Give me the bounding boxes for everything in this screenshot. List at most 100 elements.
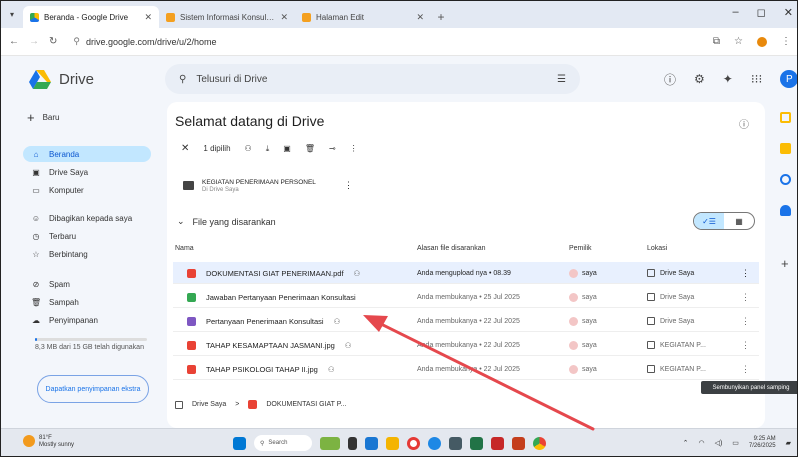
start-windows-icon[interactable] xyxy=(233,436,246,450)
get-storage-button[interactable]: Dapatkan penyimpanan ekstra xyxy=(37,375,149,403)
drive-logo[interactable]: Drive xyxy=(1,69,159,89)
plus-icon: + xyxy=(27,110,35,125)
profile-icon[interactable] xyxy=(757,36,767,47)
file-suggestions-header[interactable]: ⌄ File yang disarankan xyxy=(177,216,276,227)
sidebar-item-terbaru[interactable]: ◷ Terbaru xyxy=(23,228,151,244)
contacts-icon[interactable] xyxy=(780,205,791,216)
location-cell[interactable]: Drive Saya xyxy=(647,286,694,308)
info-icon[interactable]: ⓘ xyxy=(739,116,749,131)
widgets-icon[interactable] xyxy=(320,436,340,450)
excel-icon[interactable] xyxy=(470,436,483,450)
table-row[interactable]: Jawaban Pertanyaan Penerimaan Konsultasi… xyxy=(173,286,759,308)
close-window-icon[interactable]: ✕ xyxy=(784,6,793,19)
settings-gear-icon[interactable]: ⚙ xyxy=(694,72,705,86)
edge-icon[interactable] xyxy=(428,436,441,450)
tab-halaman-edit[interactable]: Halaman Edit ✕ xyxy=(295,6,431,28)
search-bar[interactable]: ⚲ Telusuri di Drive ☰ xyxy=(165,64,580,94)
tab-sistem-informasi[interactable]: Sistem Informasi Konsultasi Pr ✕ xyxy=(159,6,295,28)
opera-icon[interactable] xyxy=(407,436,420,450)
more-actions-icon[interactable]: ⋮ xyxy=(350,144,358,153)
clock[interactable]: 9:25 AM 7/26/2025 xyxy=(749,436,776,450)
table-row[interactable]: Pertanyaan Penerimaan Konsultasi ⚇ Anda me… xyxy=(173,310,759,332)
move-folder-icon[interactable]: ▣ xyxy=(283,144,291,153)
avatar[interactable]: P xyxy=(780,70,797,88)
store-icon[interactable] xyxy=(449,436,462,450)
new-tab-button[interactable]: + xyxy=(431,6,451,28)
new-button[interactable]: + Baru xyxy=(27,110,60,125)
search-icon[interactable]: ⚲ xyxy=(179,74,186,85)
address-bar[interactable]: ⚲ drive.google.com/drive/u/2/home xyxy=(67,32,703,52)
clear-selection-icon[interactable]: ✕ xyxy=(181,143,189,154)
task-view-icon[interactable] xyxy=(348,436,357,450)
powerpoint-icon[interactable] xyxy=(512,436,525,450)
site-info-icon[interactable]: ⚲ xyxy=(73,36,80,47)
weather-widget[interactable]: 81°F Mostly sunny xyxy=(23,435,74,449)
search-options-icon[interactable]: ☰ xyxy=(557,74,566,85)
volume-icon[interactable]: ◁) xyxy=(715,439,723,447)
more-options-icon[interactable]: ⋮ xyxy=(741,358,750,380)
maximize-icon[interactable]: ◻ xyxy=(757,6,766,19)
browser-menu-icon[interactable]: ⋮ xyxy=(781,36,791,47)
notification-icon[interactable]: ▰ xyxy=(786,439,791,447)
apps-grid-icon[interactable]: ⁝⁝⁝ xyxy=(751,72,762,86)
acrobat-icon[interactable] xyxy=(491,436,504,450)
breadcrumb: Drive Saya > DOKUMENTASI GIAT P... xyxy=(175,400,346,409)
chevron-up-icon[interactable]: ⌃ xyxy=(683,439,689,447)
wifi-icon[interactable]: ◠ xyxy=(698,439,704,447)
more-options-icon[interactable]: ⋮ xyxy=(741,286,750,308)
search-input[interactable]: Telusuri di Drive xyxy=(196,74,547,85)
grid-view-icon[interactable]: ▦ xyxy=(724,213,754,229)
more-options-icon[interactable]: ⋮ xyxy=(741,262,750,284)
breadcrumb-current[interactable]: DOKUMENTASI GIAT P... xyxy=(266,401,346,408)
more-options-icon[interactable]: ⋮ xyxy=(344,180,353,191)
column-name[interactable]: Nama xyxy=(175,245,194,252)
keep-icon[interactable] xyxy=(780,143,791,154)
sidebar-item-penyimpanan[interactable]: ☁ Penyimpanan xyxy=(23,312,151,328)
add-plus-icon[interactable]: + xyxy=(781,256,789,271)
reload-icon[interactable]: ↻ xyxy=(49,36,57,47)
tab-google-drive[interactable]: Beranda - Google Drive ✕ xyxy=(23,6,159,28)
more-options-icon[interactable]: ⋮ xyxy=(741,334,750,356)
minimize-icon[interactable]: – xyxy=(733,6,739,19)
trash-icon[interactable]: 🗑 xyxy=(305,144,315,153)
gemini-sparkle-icon[interactable]: ✦ xyxy=(723,72,733,86)
close-tab-icon[interactable]: ✕ xyxy=(144,12,152,23)
install-app-icon[interactable]: ⧉ xyxy=(713,36,720,47)
location-cell[interactable]: Drive Saya xyxy=(647,262,694,284)
chrome-icon[interactable] xyxy=(533,436,546,450)
sidebar-item-dibagikan[interactable]: ☺ Dibagikan kepada saya xyxy=(23,210,151,226)
download-icon[interactable]: ⤓ xyxy=(266,144,270,154)
table-row[interactable]: TAHAP KESAMAPTAAN JASMANI.jpg ⚇ Anda membu… xyxy=(173,334,759,356)
more-options-icon[interactable]: ⋮ xyxy=(741,310,750,332)
sidebar-item-beranda[interactable]: ⌂ Beranda xyxy=(23,146,151,162)
close-tab-icon[interactable]: ✕ xyxy=(416,12,424,23)
bookmark-star-icon[interactable]: ☆ xyxy=(734,36,743,47)
sidebar-item-komputer[interactable]: ▭ Komputer xyxy=(23,182,151,198)
file-explorer-icon[interactable] xyxy=(386,436,399,450)
battery-icon[interactable]: ▭ xyxy=(732,439,739,447)
share-person-icon[interactable]: ⚇ xyxy=(245,144,252,153)
sidebar-item-sampah[interactable]: 🗑 Sampah xyxy=(23,294,151,310)
calendar-icon[interactable] xyxy=(780,112,791,123)
sidebar-item-berbintang[interactable]: ☆ Berbintang xyxy=(23,246,151,262)
location-cell[interactable]: KEGIATAN P... xyxy=(647,358,706,380)
back-icon[interactable]: ← xyxy=(9,36,19,47)
location-cell[interactable]: Drive Saya xyxy=(647,310,694,332)
breadcrumb-root[interactable]: Drive Saya xyxy=(192,401,226,408)
location-cell[interactable]: KEGIATAN P... xyxy=(647,334,706,356)
list-view-icon[interactable]: ✓☰ xyxy=(694,213,724,229)
photos-icon[interactable] xyxy=(365,436,378,450)
table-row[interactable]: TAHAP PSIKOLOGI TAHAP II.jpg ⚇ Anda membuk… xyxy=(173,358,759,380)
sidebar-item-spam[interactable]: ⊘ Spam xyxy=(23,276,151,292)
taskbar-search[interactable]: ⚲ Search xyxy=(254,435,312,451)
view-toggle[interactable]: ✓☰ ▦ xyxy=(693,212,755,230)
table-row[interactable]: DOKUMENTASI GIAT PENERIMAAN.pdf ⚇ Anda men… xyxy=(173,262,759,284)
copy-link-icon[interactable]: ⊸ xyxy=(329,144,336,153)
close-tab-icon[interactable]: ✕ xyxy=(280,12,288,23)
sidebar-item-drive-saya[interactable]: ▣ Drive Saya xyxy=(23,164,151,180)
tasks-icon[interactable] xyxy=(780,174,791,185)
suggested-folder-card[interactable]: KEGIATAN PENERIMAAN PERSONEL Di Drive Sa… xyxy=(175,166,361,204)
tab-search-chevron-icon[interactable]: ▾ xyxy=(1,1,23,28)
help-icon[interactable]: ⓘ xyxy=(664,71,676,88)
forward-icon[interactable]: → xyxy=(29,36,39,47)
